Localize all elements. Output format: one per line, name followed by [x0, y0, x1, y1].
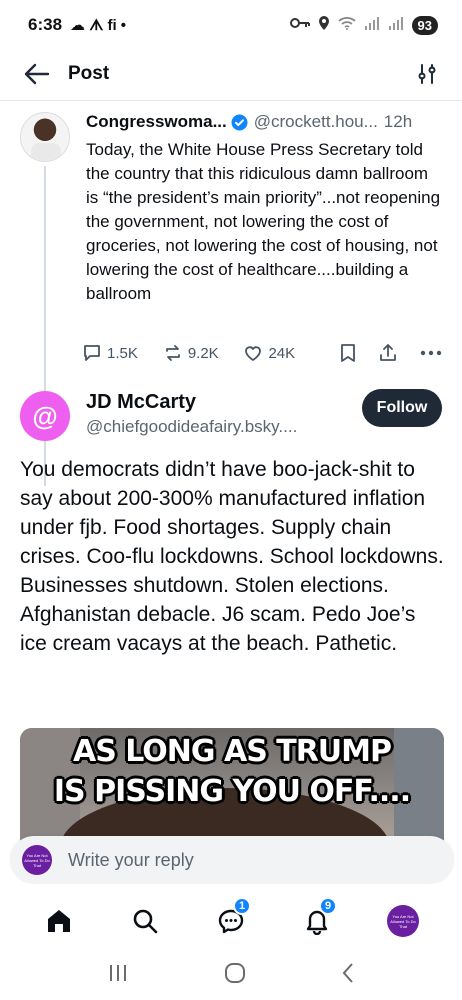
meme-caption-line-2: IS PISSING YOU OFF.... [53, 774, 411, 809]
like-count: 24K [268, 344, 296, 362]
home-icon [48, 910, 70, 932]
avatar: You Are Not Allowed To Do That [22, 845, 52, 875]
post-text: You democrats didn’t have boo-jack-shit … [20, 458, 444, 655]
bookmark-button[interactable] [340, 343, 356, 363]
chevron-left-icon [342, 962, 353, 983]
avatar[interactable] [20, 112, 70, 162]
status-bar-right: 93 [289, 15, 438, 36]
heart-icon [245, 346, 262, 361]
home-system-button[interactable] [224, 962, 246, 989]
composer-avatar-text: You Are Not Allowed To Do That [24, 852, 50, 868]
bookmark-icon [341, 344, 355, 362]
more-options-button[interactable] [420, 350, 442, 356]
status-bar: 6:38 ☁ ᗑ fi • 93 [0, 0, 462, 50]
location-icon [318, 15, 330, 36]
key-icon [289, 15, 310, 35]
tab-search[interactable] [125, 901, 165, 941]
reply-button[interactable]: 1.5K [82, 343, 153, 363]
signal-icon-1 [364, 15, 380, 35]
notifications-badge: 9 [319, 897, 337, 915]
system-navigation-bar [0, 950, 462, 1000]
profile-avatar-text: You Are Not Allowed To Do That [390, 913, 416, 929]
search-icon [133, 909, 158, 934]
sliders-icon [418, 64, 436, 84]
tab-home[interactable] [39, 901, 79, 941]
repost-count: 9.2K [187, 344, 219, 362]
reply-input-placeholder[interactable]: Write your reply [68, 850, 194, 871]
back-system-button[interactable] [341, 962, 355, 989]
tab-profile[interactable]: You Are Not Allowed To Do That [383, 901, 423, 941]
reply-composer[interactable]: You Are Not Allowed To Do That Write you… [10, 836, 454, 884]
status-bar-left: 6:38 ☁ ᗑ fi • [28, 15, 126, 35]
post-actions: 1.5K 9.2K 24K [82, 340, 442, 366]
status-notification-glyphs: ☁ ᗑ fi • [70, 17, 127, 34]
tab-chat[interactable]: 1 [211, 897, 251, 941]
post-time: 12h [383, 112, 413, 131]
avatar-at-glyph: @ [32, 400, 58, 431]
follow-button[interactable]: Follow [362, 389, 442, 427]
share-button[interactable] [378, 343, 398, 363]
like-button[interactable]: 24K [243, 343, 320, 363]
author-handle[interactable]: @chiefgoodideafairy.bsky.... [86, 417, 297, 437]
post-text: Today, the White House Press Secretary t… [86, 140, 441, 303]
repost-icon [165, 345, 180, 361]
arrow-left-icon [24, 63, 50, 85]
chat-badge: 1 [233, 897, 251, 915]
author-name[interactable]: JD McCarty [86, 391, 196, 414]
verified-check-icon [231, 114, 248, 131]
status-time: 6:38 [28, 15, 63, 34]
repost-button[interactable]: 9.2K [163, 343, 238, 363]
post-header: Post [0, 50, 462, 98]
recent-apps-icon [110, 964, 127, 981]
recent-apps-button[interactable] [107, 963, 129, 988]
back-button[interactable] [20, 57, 54, 91]
meme-caption-line-1: AS LONG AS TRUMP [72, 734, 392, 769]
page-title: Post [68, 63, 110, 84]
tab-notifications[interactable]: 9 [297, 897, 337, 941]
battery-indicator: 93 [411, 15, 438, 35]
signal-icon-2 [388, 15, 404, 35]
thread-settings-button[interactable] [412, 59, 442, 89]
author-handle[interactable]: @crockett.hou... [254, 112, 378, 132]
avatar[interactable]: @ [20, 391, 70, 441]
wifi-icon [337, 15, 356, 35]
more-dots-icon [420, 350, 442, 356]
home-circle-icon [224, 962, 245, 983]
reply-bubble-icon [84, 345, 100, 361]
avatar: You Are Not Allowed To Do That [387, 905, 419, 937]
header-divider [0, 100, 462, 101]
bottom-tab-bar: 1 9 You Are Not Allowed To Do That [0, 892, 462, 950]
post-meta: Congresswoma... @crockett.hou... 12h [86, 112, 446, 132]
reply-count: 1.5K [107, 344, 138, 362]
share-icon [380, 344, 396, 361]
author-name[interactable]: Congresswoma... [86, 112, 227, 132]
